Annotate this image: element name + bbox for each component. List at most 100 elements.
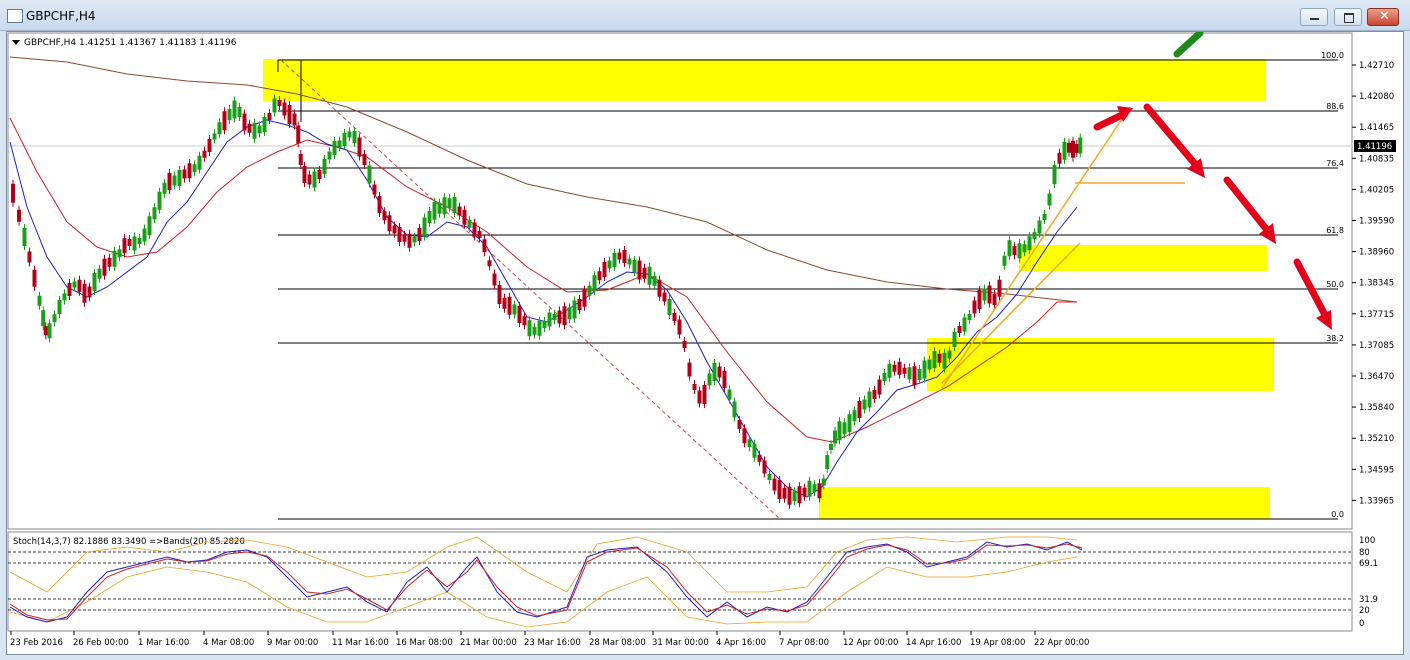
candle-body [847,414,852,433]
candle-body [122,238,127,254]
candle-body [657,279,662,297]
candle-body [1017,243,1022,259]
time-tick-label: 4 Mar 08:00 [203,638,254,648]
candle-body [527,320,532,337]
candle-body [572,300,577,319]
candle-body [167,173,172,190]
candle-body [467,219,472,228]
chart-menu-dropdown-icon[interactable] [12,40,20,45]
candle-body [792,491,797,502]
candle-body [472,222,477,237]
candle-body [833,430,837,444]
close-button[interactable]: ✕ [1367,8,1399,26]
candle-body [112,250,117,267]
minimize-button[interactable] [1300,8,1328,26]
candle-body [637,260,642,280]
candle-body [312,171,317,188]
candle-body [282,102,287,116]
candle-body [1042,214,1047,220]
time-tick-label: 11 Mar 16:00 [332,638,389,648]
candle-body [987,285,992,304]
time-tick-label: 31 Mar 00:00 [652,638,709,648]
candle-body [517,306,522,323]
candle-body [942,352,947,369]
fib-label-382: 38.2 [1326,334,1344,343]
candle-body [667,299,672,315]
candle-body [347,131,352,138]
candle-body [252,122,257,139]
candle-body [952,332,957,347]
candle-body [237,107,242,117]
candle-body [117,249,122,258]
price-tick-label: 1.42080 [1359,92,1394,102]
candle-body [322,159,327,174]
candle-body [327,151,332,160]
candle-body [482,239,487,253]
candle-body [962,317,967,332]
candle-body [292,113,297,126]
candle-body [1007,240,1012,257]
candle-body [1074,144,1079,153]
candle-body [447,198,452,209]
price-tick-label: 1.37715 [1359,310,1394,320]
stoch-band-lower [9,556,1078,628]
fib-label-764: 76.4 [1326,159,1344,168]
price-chart[interactable]: 100.0 88.6 76.4 61.8 50.0 38.2 0.0 GBPCH… [7,29,1403,654]
candle-body [152,207,157,220]
candle-body [107,257,112,267]
candle-body [612,253,617,267]
candle-body [82,283,87,303]
candle-body [692,384,697,390]
candle-body [947,350,952,359]
candle-body [296,125,301,144]
candle-body [37,295,42,306]
candle-body [87,286,92,298]
candle-body [877,379,882,395]
candle-body [412,236,417,243]
candle-body [542,321,547,328]
candle-body [1012,246,1017,256]
candle-body [267,113,272,120]
candle-body [867,391,872,408]
candle-body [207,139,212,152]
candle-body [32,269,37,287]
red-arrow-down-1-icon [1143,103,1205,178]
candle-body [197,155,202,170]
candle-body [957,326,962,333]
candle-body [829,444,833,450]
stoch-tick-label: 31.9 [1359,595,1378,605]
candle-body [1062,141,1067,160]
chart-window-icon [7,9,23,23]
candle-body [567,307,572,320]
fib-label-100: 100.0 [1321,51,1344,60]
price-tick-label: 1.37085 [1359,341,1394,351]
candle-body [227,109,232,120]
candle-body [287,105,292,124]
candle-body [607,260,612,269]
candle-body [147,216,152,236]
candle-body [767,474,772,480]
price-tick-label: 1.34595 [1359,465,1394,475]
candle-body [67,283,72,296]
candle-body [577,299,582,310]
candle-body [362,154,367,165]
candle-body [22,228,27,246]
candle-body [777,480,782,499]
candle-body [937,353,942,363]
close-icon: ✕ [1379,9,1390,24]
candle-body [432,201,437,220]
candle-body [422,217,427,237]
red-arrow-up-icon [1093,106,1133,131]
candle-body [57,300,62,314]
chart-frame[interactable]: 100.0 88.6 76.4 61.8 50.0 38.2 0.0 GBPCH… [6,29,1404,655]
time-tick-label: 14 Apr 16:00 [906,638,961,648]
candle-body [342,133,347,146]
candle-body [717,366,722,378]
candle-body [587,285,592,296]
candle-body [522,316,527,326]
candle-body [247,123,252,133]
candle-body [887,363,892,378]
candle-body [387,215,392,232]
candle-body [392,225,397,234]
maximize-button[interactable] [1334,8,1362,26]
